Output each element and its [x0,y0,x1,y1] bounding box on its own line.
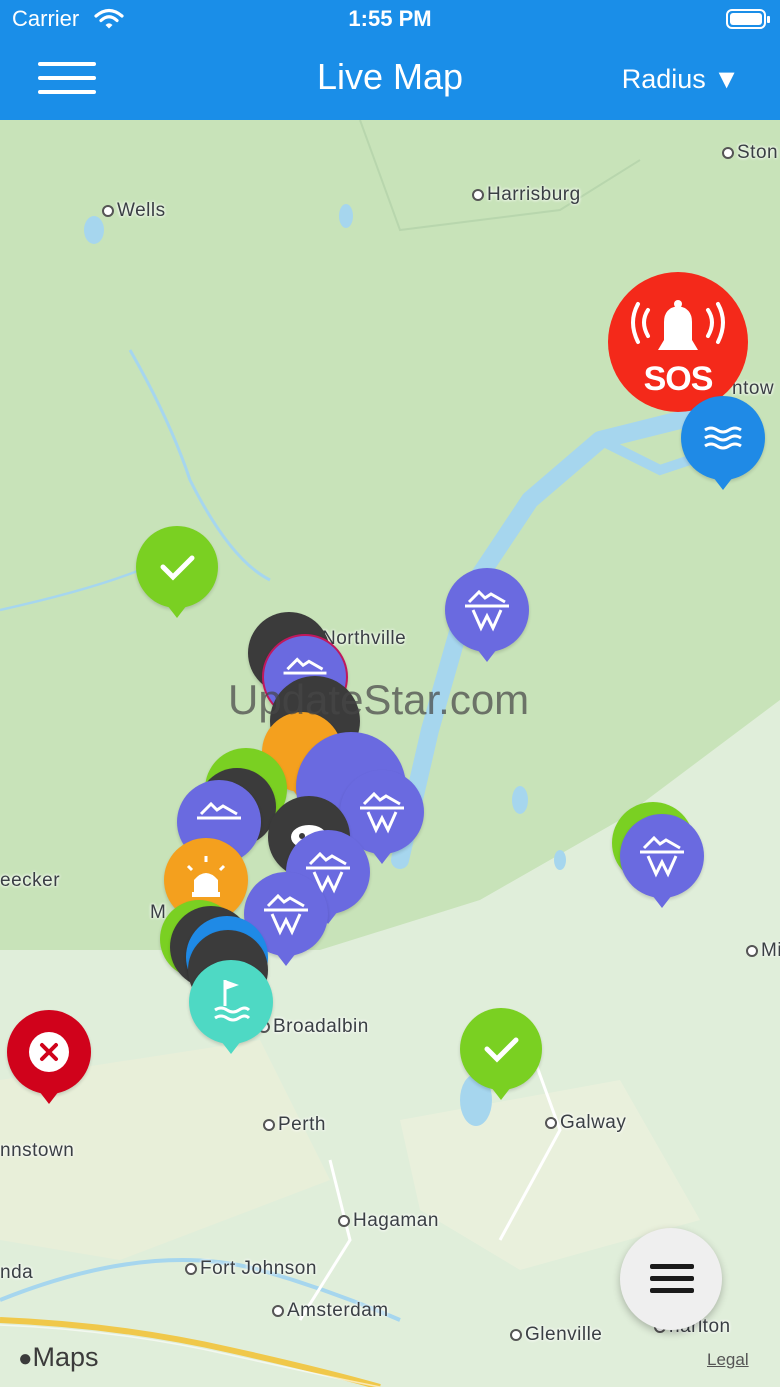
legal-link[interactable]: Legal [707,1350,749,1370]
flood-pin[interactable] [189,960,273,1054]
town-label: Hagaman [338,1210,439,1232]
sos-marker[interactable]: SOS [608,272,748,412]
town-label: Amsterdam [272,1300,389,1322]
check-icon [484,1037,519,1063]
flood-flag-icon [214,980,251,1022]
check-icon [160,555,195,581]
apple-logo-icon: ● [18,1345,33,1372]
menu-icon [650,1264,694,1269]
close-icon [29,1032,69,1072]
map-view[interactable]: Ston Harrisburg Wells ntow Northville ee… [0,120,780,1387]
town-label: Harrisburg [472,184,581,206]
menu-fab-button[interactable] [620,1228,722,1330]
iceberg-icon [465,589,509,632]
town-label: Mi [746,940,780,962]
town-label: Galway [545,1112,626,1134]
town-label: nnstown [0,1140,75,1161]
iceberg-pin[interactable] [620,814,704,908]
town-label: Wells [102,200,166,222]
town-label: Perth [263,1114,326,1136]
waves-icon [704,426,742,450]
town-label: Glenville [510,1324,602,1346]
error-pin[interactable] [7,1010,91,1104]
town-label: Broadalbin [258,1016,369,1038]
check-pin[interactable] [136,526,218,618]
battery-icon [726,9,770,29]
check-pin[interactable] [460,1008,542,1100]
status-time: 1:55 PM [348,6,432,31]
town-label: eecker [0,870,61,891]
iceberg-icon [640,835,684,878]
town-label: Ston [722,142,778,164]
town-label: Fort Johnson [185,1258,317,1280]
iceberg-pin[interactable] [445,568,529,662]
watermark: UpdateStar.com [228,676,530,723]
sos-label: SOS [643,360,714,398]
water-alert-pin[interactable] [681,396,765,490]
radius-dropdown[interactable]: Radius ▼ [622,64,740,95]
town-label: nda [0,1262,34,1283]
maps-attribution: ●Maps [18,1342,99,1372]
navigation-bar: Carrier 1:55 PM Live Map Radius ▼ [0,0,780,120]
